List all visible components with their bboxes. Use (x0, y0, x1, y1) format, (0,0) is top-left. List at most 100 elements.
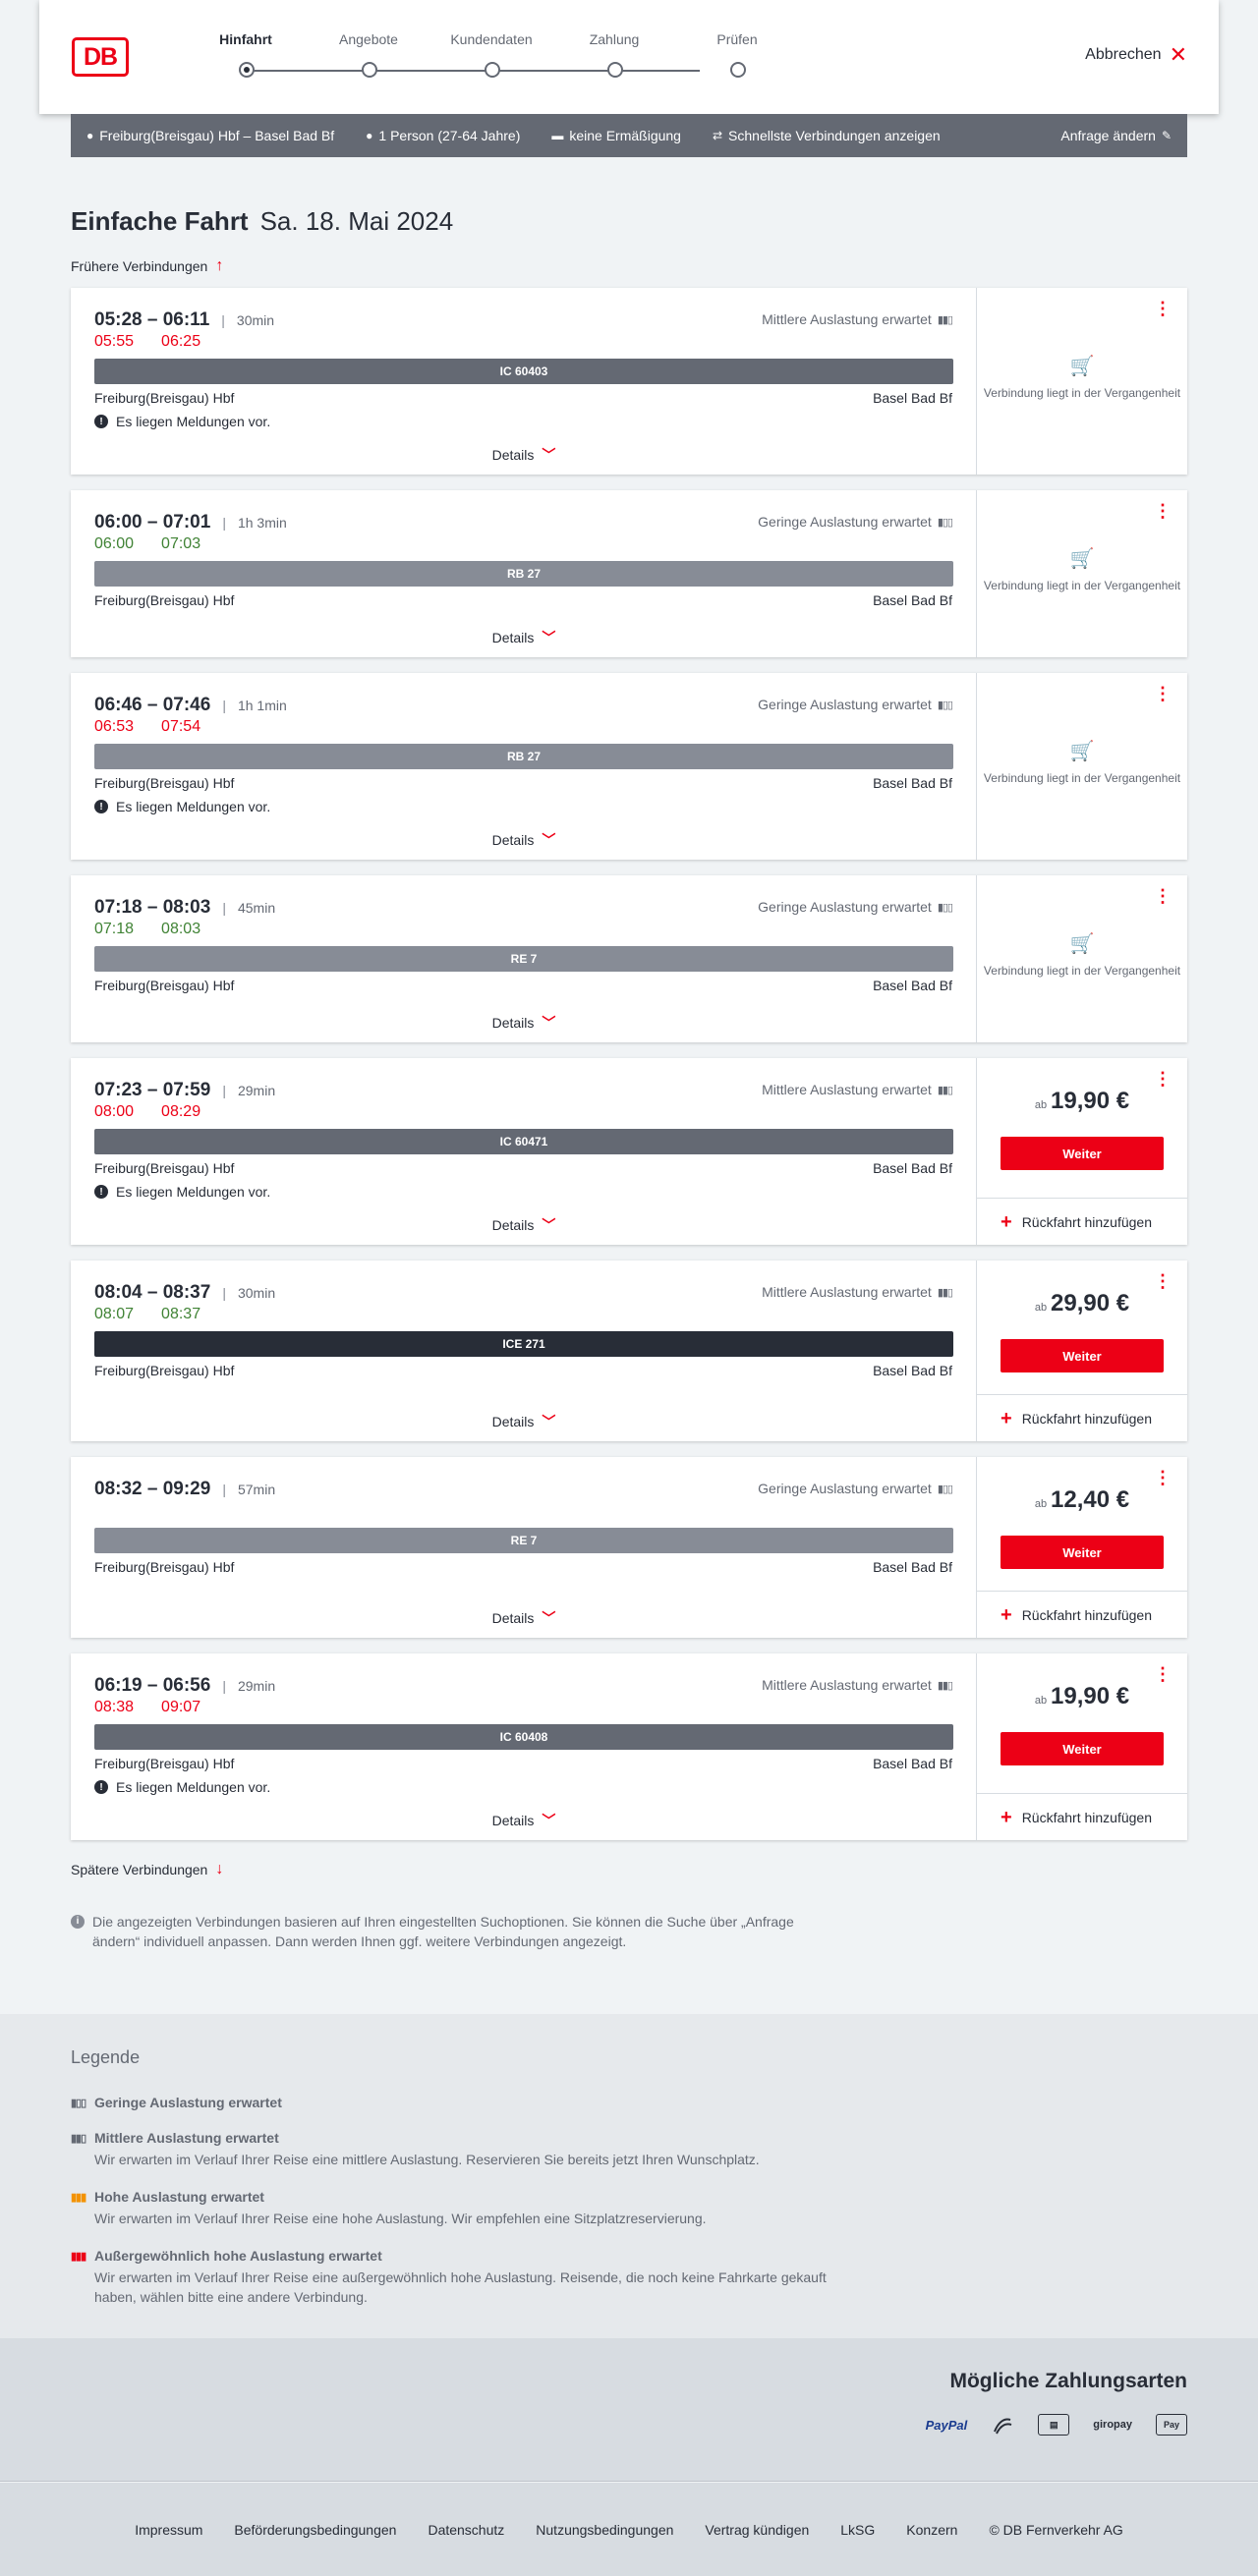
occupancy-medium-icon: ▮▮▯ (71, 2132, 86, 2145)
add-return-button[interactable]: + Rückfahrt hinzufügen (977, 1198, 1187, 1245)
separator: | (222, 1083, 226, 1098)
details-toggle[interactable]: Details ﹀ (71, 830, 977, 850)
connection-card[interactable]: 07:18 – 08:03 | 45min Geringe Auslastung… (71, 875, 1187, 1042)
connection-times: 08:04 – 08:37 | 30min (94, 1282, 275, 1304)
legend-item-medium: ▮▮▯ Mittlere Auslastung erwartet Wir erwa… (71, 2130, 857, 2169)
separator: | (221, 312, 225, 328)
more-options-icon[interactable]: ⋮ (1154, 887, 1172, 905)
occupancy-info[interactable]: Mittlere Auslastung erwartet ▮▮▯ (762, 1284, 953, 1300)
train-name: IC 60408 (499, 1730, 548, 1744)
more-options-icon[interactable]: ⋮ (1154, 1070, 1172, 1088)
connection-card[interactable]: 06:46 – 07:46 | 1h 1min Geringe Auslastu… (71, 673, 1187, 860)
disruption-notice[interactable]: ! Es liegen Meldungen vor. (94, 1779, 270, 1795)
scheduled-times: 08:32 – 09:29 (94, 1479, 211, 1499)
connection-card[interactable]: 07:23 – 07:59 | 29min Mittlere Auslastun… (71, 1058, 1187, 1245)
details-toggle[interactable]: Details ﹀ (71, 445, 977, 465)
occupancy-info[interactable]: Mittlere Auslastung erwartet ▮▮▯ (762, 311, 953, 327)
price-value: 19,90 € (1051, 1683, 1130, 1709)
later-connections-label: Spätere Verbindungen (71, 1862, 208, 1877)
connection-card[interactable]: 05:28 – 06:11 | 30min Mittlere Auslastun… (71, 288, 1187, 475)
query-discount-text: keine Ermäßigung (569, 128, 681, 143)
connection-main: 05:28 – 06:11 | 30min Mittlere Auslastun… (71, 288, 977, 475)
cancel-button[interactable]: Abbrechen ✕ (1085, 44, 1187, 66)
chevron-down-icon: ﹀ (542, 447, 556, 463)
search-info-text: Die angezeigten Verbindungen basieren au… (92, 1914, 794, 1949)
step-pruefen[interactable]: Prüfen (688, 31, 786, 78)
details-toggle[interactable]: Details ﹀ (71, 1811, 977, 1830)
chevron-down-icon: ﹀ (542, 832, 556, 848)
chevron-down-icon: ﹀ (542, 630, 556, 645)
add-return-label: Rückfahrt hinzufügen (1021, 1213, 1152, 1230)
footer-link-kuendigen[interactable]: Vertrag kündigen (705, 2522, 809, 2538)
more-options-icon[interactable]: ⋮ (1154, 1665, 1172, 1683)
details-toggle[interactable]: Details ﹀ (71, 628, 977, 647)
swap-arrows-icon: ⇄ (712, 129, 723, 142)
alert-icon: ! (94, 1780, 108, 1794)
step-kundendaten[interactable]: Kundendaten (442, 31, 541, 78)
continue-button[interactable]: Weiter (1001, 1536, 1164, 1569)
occupancy-info[interactable]: Geringe Auslastung erwartet ▮▯▯ (758, 899, 953, 915)
arrow-up-icon: ↑ (215, 257, 224, 274)
duration: 1h 1min (237, 698, 287, 713)
connection-offer: ⋮ ab 29,90 € Weiter + Rückfahrt hinzufüg… (977, 1260, 1187, 1441)
occupancy-info[interactable]: Geringe Auslastung erwartet ▮▯▯ (758, 697, 953, 712)
train-segment-bar[interactable]: IC 60403 (94, 359, 953, 384)
train-segment-bar[interactable]: RB 27 (94, 744, 953, 769)
add-return-button[interactable]: + Rückfahrt hinzufügen (977, 1591, 1187, 1638)
step-zahlung[interactable]: Zahlung (565, 31, 663, 78)
train-segment-bar[interactable]: IC 60408 (94, 1724, 953, 1750)
footer-link-datenschutz[interactable]: Datenschutz (428, 2522, 504, 2538)
more-options-icon[interactable]: ⋮ (1154, 300, 1172, 317)
connection-card[interactable]: 08:32 – 09:29 | 57min Geringe Auslastung… (71, 1457, 1187, 1638)
details-toggle[interactable]: Details ﹀ (71, 1215, 977, 1235)
step-angebote[interactable]: Angebote (319, 31, 418, 78)
occupancy-info[interactable]: Geringe Auslastung erwartet ▮▯▯ (758, 514, 953, 530)
disruption-notice[interactable]: ! Es liegen Meldungen vor. (94, 1184, 270, 1200)
more-options-icon[interactable]: ⋮ (1154, 1469, 1172, 1486)
footer-link-befoerderung[interactable]: Beförderungsbedingungen (234, 2522, 396, 2538)
occupancy-info[interactable]: Mittlere Auslastung erwartet ▮▮▯ (762, 1677, 953, 1693)
train-segment-bar[interactable]: RE 7 (94, 946, 953, 972)
db-logo[interactable]: DB (72, 37, 129, 77)
train-segment-bar[interactable]: RB 27 (94, 561, 953, 587)
train-segment-bar[interactable]: ICE 271 (94, 1331, 953, 1357)
step-hinfahrt[interactable]: Hinfahrt (197, 31, 295, 78)
departure-station: Freiburg(Breisgau) Hbf (94, 1559, 235, 1575)
step-dot-icon (607, 62, 623, 78)
footer-link-nutzung[interactable]: Nutzungsbedingungen (536, 2522, 673, 2538)
earlier-connections-link[interactable]: Frühere Verbindungen ↑ (71, 256, 1187, 276)
disruption-notice[interactable]: ! Es liegen Meldungen vor. (94, 414, 270, 429)
occupancy-info[interactable]: Geringe Auslastung erwartet ▮▯▯ (758, 1481, 953, 1496)
more-options-icon[interactable]: ⋮ (1154, 685, 1172, 702)
connection-card[interactable]: 06:19 – 06:56 | 29min Mittlere Auslastun… (71, 1653, 1187, 1840)
continue-button[interactable]: Weiter (1001, 1339, 1164, 1372)
add-return-button[interactable]: + Rückfahrt hinzufügen (977, 1394, 1187, 1441)
stations: Freiburg(Breisgau) Hbf Basel Bad Bf (94, 775, 952, 791)
arrival-station: Basel Bad Bf (873, 1363, 952, 1378)
departure-station: Freiburg(Breisgau) Hbf (94, 1756, 235, 1771)
occupancy-info[interactable]: Mittlere Auslastung erwartet ▮▮▯ (762, 1082, 953, 1097)
connection-card[interactable]: 06:00 – 07:01 | 1h 3min Geringe Auslastu… (71, 490, 1187, 657)
more-options-icon[interactable]: ⋮ (1154, 502, 1172, 520)
continue-button[interactable]: Weiter (1001, 1137, 1164, 1170)
more-options-icon[interactable]: ⋮ (1154, 1272, 1172, 1290)
sepa-icon: ▤ (1038, 2414, 1070, 2436)
train-name: RE 7 (510, 952, 538, 966)
disruption-notice[interactable]: ! Es liegen Meldungen vor. (94, 799, 270, 814)
connection-card[interactable]: 08:04 – 08:37 | 30min Mittlere Auslastun… (71, 1260, 1187, 1441)
details-toggle[interactable]: Details ﹀ (71, 1412, 977, 1431)
occupancy-high-icon: ▮▮▮ (71, 2191, 86, 2204)
footer-link-konzern[interactable]: Konzern (906, 2522, 957, 2538)
continue-button[interactable]: Weiter (1001, 1732, 1164, 1765)
change-query-button[interactable]: Anfrage ändern ✎ (1060, 128, 1172, 143)
chevron-down-icon: ﹀ (542, 1217, 556, 1233)
later-connections-link[interactable]: Spätere Verbindungen ↓ (71, 1861, 223, 1878)
footer-link-lksg[interactable]: LkSG (840, 2522, 875, 2538)
duration: 29min (237, 1678, 276, 1694)
details-toggle[interactable]: Details ﹀ (71, 1013, 977, 1033)
footer-link-impressum[interactable]: Impressum (135, 2522, 202, 2538)
details-toggle[interactable]: Details ﹀ (71, 1608, 977, 1628)
train-segment-bar[interactable]: IC 60471 (94, 1129, 953, 1154)
add-return-button[interactable]: + Rückfahrt hinzufügen (977, 1793, 1187, 1840)
train-segment-bar[interactable]: RE 7 (94, 1528, 953, 1553)
